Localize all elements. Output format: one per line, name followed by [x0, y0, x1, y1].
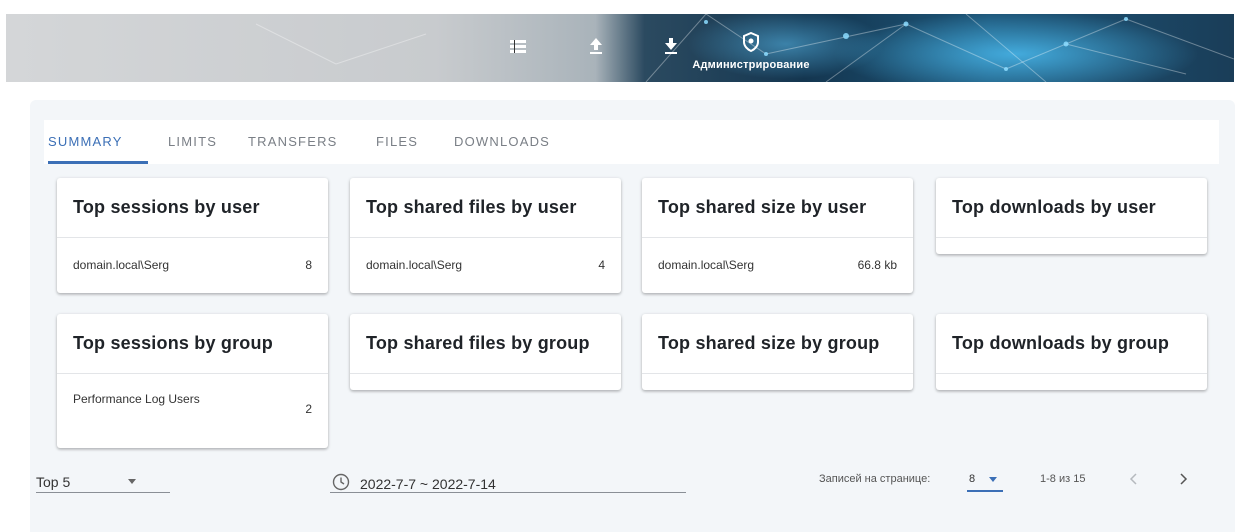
rows-per-page-select[interactable]: 8: [967, 468, 1003, 492]
user-name: domain.local\Serg: [73, 258, 170, 272]
tab-limits[interactable]: LIMITS: [168, 120, 217, 164]
count-value: 8: [305, 258, 312, 272]
size-value: 66.8 kb: [857, 258, 897, 272]
count-value: 2: [305, 402, 312, 416]
header-banner: Администрирование: [6, 14, 1234, 82]
empty-list: [936, 238, 1207, 254]
card-top-sessions-by-group: Top sessions by group Performance Log Us…: [57, 314, 328, 448]
empty-list: [350, 374, 621, 390]
prev-page-button[interactable]: [1124, 469, 1144, 489]
card-title: Top sessions by group: [57, 314, 328, 374]
shield-icon: [743, 31, 759, 53]
empty-list: [936, 374, 1207, 390]
card-top-shared-files-by-group: Top shared files by group: [350, 314, 621, 390]
tab-downloads[interactable]: DOWNLOADS: [454, 120, 550, 164]
chevron-right-icon: [1180, 473, 1188, 485]
admin-label: Администрирование: [692, 59, 810, 71]
card-title: Top downloads by user: [936, 178, 1207, 238]
group-name: Performance Log Users: [73, 392, 200, 406]
admin-nav-item[interactable]: Администрирование: [681, 31, 821, 71]
card-title: Top shared files by group: [350, 314, 621, 374]
clock-icon: [332, 473, 350, 491]
card-top-downloads-by-group: Top downloads by group: [936, 314, 1207, 390]
empty-list: [642, 374, 913, 390]
list-item: domain.local\Serg 8: [57, 238, 328, 293]
card-title: Top sessions by user: [57, 178, 328, 238]
tab-files[interactable]: FILES: [376, 120, 418, 164]
upload-icon[interactable]: [586, 36, 606, 56]
active-tab-indicator: [48, 161, 148, 164]
user-name: domain.local\Serg: [366, 258, 463, 272]
next-page-button[interactable]: [1173, 469, 1193, 489]
date-range-picker[interactable]: 2022-7-7 ~ 2022-7-14: [330, 468, 686, 493]
card-title: Top downloads by group: [936, 314, 1207, 374]
card-top-shared-size-by-user: Top shared size by user domain.local\Ser…: [642, 178, 913, 293]
card-title: Top shared files by user: [350, 178, 621, 238]
date-range-value: 2022-7-7 ~ 2022-7-14: [360, 476, 496, 492]
card-top-sessions-by-user: Top sessions by user domain.local\Serg 8: [57, 178, 328, 293]
chevron-down-icon: [989, 477, 997, 482]
list-item: Performance Log Users 2: [57, 374, 328, 448]
tab-transfers[interactable]: TRANSFERS: [248, 120, 338, 164]
tab-summary[interactable]: SUMMARY: [48, 120, 123, 164]
tab-bar: SUMMARY LIMITS TRANSFERS FILES DOWNLOADS: [44, 120, 1219, 164]
download-icon[interactable]: [661, 36, 681, 56]
top-count-select[interactable]: Top 5: [36, 468, 170, 493]
top-count-value: Top 5: [36, 474, 71, 490]
list-item: domain.local\Serg 66.8 kb: [642, 238, 913, 293]
user-name: domain.local\Serg: [658, 258, 755, 272]
chevron-down-icon: [128, 479, 136, 484]
network-background-graphic: [255, 14, 1234, 82]
card-title: Top shared size by group: [642, 314, 913, 374]
list-item: domain.local\Serg 4: [350, 238, 621, 293]
chevron-left-icon: [1129, 473, 1137, 485]
card-top-shared-size-by-group: Top shared size by group: [642, 314, 913, 390]
rows-per-page-value: 8: [969, 473, 976, 485]
page-range: 1-8 из 15: [1040, 473, 1086, 485]
count-value: 4: [598, 258, 605, 272]
list-icon[interactable]: [508, 36, 528, 56]
rows-per-page-label: Записей на странице:: [819, 473, 931, 485]
card-top-downloads-by-user: Top downloads by user: [936, 178, 1207, 254]
card-title: Top shared size by user: [642, 178, 913, 238]
card-top-shared-files-by-user: Top shared files by user domain.local\Se…: [350, 178, 621, 293]
